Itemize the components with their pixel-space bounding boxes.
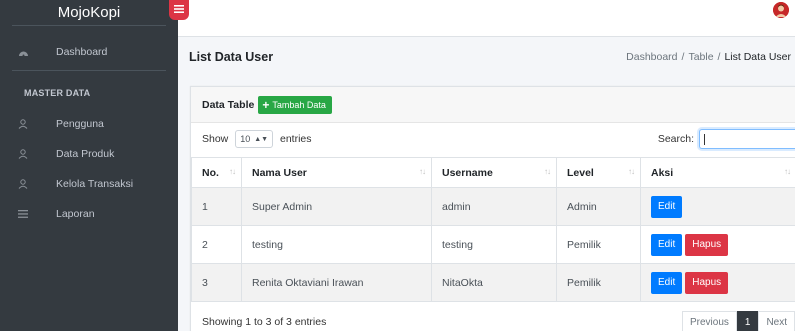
cell-nama-user: Renita Oktaviani Irawan [241, 263, 432, 302]
text-caret [704, 134, 705, 145]
data-table-card: Data Table + Tambah Data Show 10 ▲▼ entri… [190, 86, 795, 331]
sort-icon: ↑↓ [784, 167, 791, 176]
pagination-previous[interactable]: Previous [681, 311, 737, 331]
user-icon [14, 179, 32, 189]
cell-level: Pemilik [556, 263, 641, 302]
hamburger-icon [174, 4, 184, 16]
user-icon [14, 149, 32, 159]
cell-username: NitaOkta [431, 263, 557, 302]
sidebar-section-header: MASTER DATA [24, 88, 91, 98]
table-controls: Show 10 ▲▼ entries Search: [191, 127, 795, 151]
sidebar-item-laporan[interactable]: Laporan [0, 201, 178, 227]
sidebar-divider [12, 70, 166, 71]
sidebar-item-kelola-transaksi[interactable]: Kelola Transaksi [0, 171, 178, 197]
plus-icon: + [262, 97, 270, 112]
delete-button[interactable]: Hapus [685, 271, 729, 294]
page-length-select[interactable]: 10 ▲▼ [235, 130, 274, 148]
sort-icon: ↑↓ [628, 167, 635, 176]
column-header-label: Level [567, 166, 594, 179]
top-navbar [169, 0, 795, 37]
table-footer: Showing 1 to 3 of 3 entries Previous 1 N… [191, 309, 795, 331]
column-header-label: Nama User [252, 166, 307, 179]
breadcrumb-separator: / [717, 51, 721, 63]
sort-icon: ↑↓ [419, 167, 426, 176]
sort-icon: ↑↓ [229, 167, 236, 176]
show-label: Show [202, 133, 229, 145]
sidebar-item-pengguna[interactable]: Pengguna [0, 111, 178, 137]
cell-no: 3 [191, 263, 242, 302]
cell-aksi: Edit Hapus [640, 225, 795, 264]
content-header: List Data User Dashboard / Table / List Data… [178, 37, 795, 77]
edit-button[interactable]: Edit [651, 195, 683, 218]
breadcrumb-table[interactable]: Table [688, 51, 713, 63]
cell-username: admin [431, 187, 557, 226]
dashboard-icon [14, 48, 32, 57]
cell-nama-user: testing [241, 225, 432, 264]
search-control: Search: [658, 129, 795, 149]
card-header: Data Table + Tambah Data [191, 87, 795, 123]
column-header-aksi[interactable]: Aksi ↑↓ [640, 157, 795, 188]
breadcrumb: Dashboard / Table / List Data User [626, 51, 791, 63]
sidebar: MojoKopi Dashboard MASTER DATA Pengguna … [0, 0, 178, 331]
cell-aksi: Edit [640, 187, 795, 226]
column-header-nama-user[interactable]: Nama User ↑↓ [241, 157, 432, 188]
entries-label: entries [279, 133, 312, 145]
breadcrumb-dashboard[interactable]: Dashboard [626, 51, 677, 63]
sidebar-item-label: Dashboard [56, 46, 108, 58]
add-data-label: Tambah Data [272, 99, 326, 110]
pagination-page[interactable]: 1 [736, 311, 759, 331]
add-data-button[interactable]: + Tambah Data [258, 95, 332, 114]
breadcrumb-separator: / [681, 51, 685, 63]
cell-level: Pemilik [556, 225, 641, 264]
breadcrumb-current: List Data User [724, 51, 791, 63]
cell-nama-user: Super Admin [241, 187, 432, 226]
table-row: 1 Super Admin admin Admin Edit [191, 187, 795, 226]
cell-aksi: Edit Hapus [640, 263, 795, 302]
menu-toggle-button[interactable] [169, 0, 189, 20]
edit-button[interactable]: Edit [651, 271, 683, 294]
cell-level: Admin [556, 187, 641, 226]
column-header-username[interactable]: Username ↑↓ [431, 157, 557, 188]
search-label: Search: [657, 133, 694, 145]
brand-logo[interactable]: MojoKopi [12, 0, 166, 26]
avatar[interactable] [773, 2, 789, 18]
column-header-label: Username [442, 166, 493, 179]
column-header-level[interactable]: Level ↑↓ [556, 157, 641, 188]
cell-no: 1 [191, 187, 242, 226]
sidebar-item-label: Laporan [56, 208, 95, 220]
search-input[interactable] [699, 129, 795, 149]
list-icon [14, 210, 32, 218]
user-table: No. ↑↓ Nama User ↑↓ Username ↑↓ Level ↑↓ Aks… [191, 157, 795, 302]
table-row: 3 Renita Oktaviani Irawan NitaOkta Pemil… [191, 263, 795, 302]
table-row: 2 testing testing Pemilik Edit Hapus [191, 225, 795, 264]
column-header-no[interactable]: No. ↑↓ [191, 157, 242, 188]
cell-username: testing [431, 225, 557, 264]
page-length-control: Show 10 ▲▼ entries [202, 130, 312, 148]
user-icon [14, 119, 32, 129]
sidebar-item-label: Pengguna [56, 118, 104, 130]
sidebar-item-data-produk[interactable]: Data Produk [0, 141, 178, 167]
pagination: Previous 1 Next [681, 311, 795, 331]
table-info: Showing 1 to 3 of 3 entries [202, 316, 327, 328]
sidebar-item-dashboard[interactable]: Dashboard [0, 39, 178, 65]
column-header-label: No. [202, 166, 219, 179]
sidebar-item-label: Data Produk [56, 148, 115, 160]
column-header-label: Aksi [651, 166, 674, 179]
sidebar-item-label: Kelola Transaksi [56, 178, 134, 190]
pagination-next[interactable]: Next [758, 311, 795, 331]
cell-no: 2 [191, 225, 242, 264]
delete-button[interactable]: Hapus [685, 233, 729, 256]
table-header-row: No. ↑↓ Nama User ↑↓ Username ↑↓ Level ↑↓ Aks… [191, 157, 795, 188]
page-title: List Data User [189, 50, 274, 64]
page-length-value: 10 [240, 134, 251, 144]
card-title: Data Table [202, 98, 255, 111]
edit-button[interactable]: Edit [651, 233, 683, 256]
select-arrows-icon: ▲▼ [254, 135, 269, 143]
sort-icon: ↑↓ [544, 167, 551, 176]
